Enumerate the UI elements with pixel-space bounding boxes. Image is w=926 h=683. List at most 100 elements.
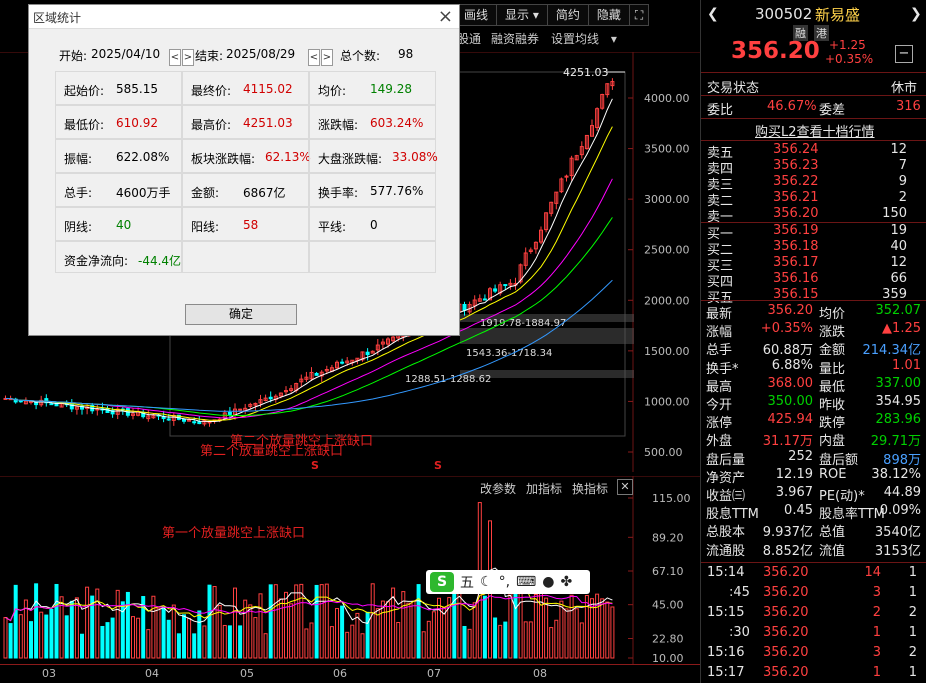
ask-row[interactable]: 卖四 356.23 7 — [701, 158, 926, 177]
volume-bar — [176, 633, 181, 659]
stat-value: 610.92 — [116, 116, 158, 130]
volume-bar — [523, 621, 528, 659]
display-button[interactable]: 显示 ▾ — [496, 4, 548, 26]
bid-row[interactable]: 买一 356.19 19 — [701, 223, 926, 242]
hide-button[interactable]: 隐藏 — [587, 4, 630, 26]
price-change-pct: +0.35% — [825, 52, 874, 66]
fullscreen-icon[interactable]: ⛶ — [628, 4, 650, 26]
end-prev-button[interactable]: < — [308, 49, 320, 66]
bid-volume: 40 — [890, 239, 907, 254]
switch-indicator-tab[interactable]: 换指标 — [572, 480, 608, 497]
add-indicator-tab[interactable]: 加指标 — [526, 480, 562, 497]
price-tick-label: 2500.00 — [644, 244, 690, 257]
stat-label: 最高价: — [191, 118, 232, 132]
end-next-button[interactable]: > — [321, 49, 333, 66]
quote-value: 0.09% — [879, 503, 921, 519]
ask-price: 356.24 — [773, 142, 819, 157]
start-prev-button[interactable]: < — [169, 49, 181, 66]
margin-trading-item[interactable]: 融资融券 — [489, 30, 547, 48]
volume-bar — [187, 617, 192, 659]
divider — [701, 300, 926, 301]
ma-settings-item[interactable]: 设置均线 ▾ — [547, 30, 625, 48]
bid-volume: 12 — [890, 255, 907, 270]
minus-icon[interactable]: − — [895, 45, 913, 63]
punct-icon[interactable]: °, — [499, 574, 510, 590]
bid-row[interactable]: 买三 356.17 12 — [701, 255, 926, 274]
bid-row[interactable]: 买二 356.18 40 — [701, 239, 926, 258]
keyboard-icon[interactable]: ⌨ — [516, 574, 536, 590]
volume-bar — [360, 633, 365, 659]
volume-bar — [528, 621, 533, 659]
volume-bar — [350, 624, 355, 659]
volume-bar — [544, 597, 549, 659]
volume-bar — [156, 607, 161, 659]
stat-value: 622.08% — [116, 150, 170, 164]
start-next-button[interactable]: > — [182, 49, 194, 66]
stat-cell-empty — [182, 241, 309, 273]
tick-volume: 3 — [872, 585, 881, 600]
chevron-down-icon: ▾ — [532, 8, 539, 22]
volume-bar — [253, 617, 258, 659]
close-icon[interactable]: ✕ — [617, 479, 633, 495]
edit-params-tab[interactable]: 改参数 — [480, 480, 516, 497]
volume-chart[interactable]: 115.00 89.20 67.10 45.00 22.80 10.00 — [0, 476, 700, 664]
volume-bar — [95, 588, 100, 659]
close-icon[interactable]: × — [438, 6, 453, 27]
bid-row[interactable]: 买五 356.15 359 — [701, 287, 926, 306]
quote-label: 股息率TTM — [819, 507, 885, 523]
end-label: 结束: — [195, 49, 224, 63]
volume-bar — [554, 619, 559, 659]
l2-purchase-link[interactable]: 购买L2查看十档行情 — [755, 121, 875, 140]
ask-row[interactable]: 卖二 356.21 2 — [701, 190, 926, 209]
simple-button[interactable]: 简约 — [546, 4, 589, 26]
quote-label: 流值 — [819, 543, 846, 559]
ime-logo-icon[interactable]: S — [430, 572, 454, 592]
ask-price: 356.21 — [773, 190, 819, 205]
ask-price: 356.20 — [773, 206, 819, 221]
forward-icon[interactable]: ❯ — [910, 6, 922, 22]
tick-count: 2 — [908, 645, 917, 660]
bid-row[interactable]: 买四 356.16 66 — [701, 271, 926, 290]
chart-subtoolbar: 股通 融资融券 设置均线 ▾ — [455, 30, 625, 48]
weibi-label: 委比 — [707, 103, 734, 118]
quote-label: 金额 — [819, 343, 846, 359]
volume-bar — [462, 625, 467, 659]
stat-label: 总手: — [64, 186, 93, 200]
quote-label: 收益㈢ — [706, 489, 746, 504]
volume-bar — [324, 583, 329, 659]
ask-row[interactable]: 卖五 356.24 12 — [701, 142, 926, 161]
grid-icon[interactable]: ✤ — [560, 574, 572, 590]
status-value: 休市 — [891, 81, 918, 96]
volume-bar — [284, 591, 288, 659]
dialog-titlebar[interactable]: 区域统计 × — [29, 5, 459, 29]
volume-bar — [131, 616, 135, 659]
tick-time: 15:16 — [707, 645, 745, 660]
quote-value: 354.95 — [875, 394, 922, 409]
volume-bar — [238, 625, 243, 659]
quote-label: 外盘 — [706, 434, 733, 450]
quote-label: ROE — [819, 466, 847, 482]
quote-value: 1.01 — [892, 357, 921, 373]
volume-tick-label: 67.10 — [652, 565, 684, 578]
ask-row[interactable]: 卖一 356.20 150 — [701, 206, 926, 225]
price-change: +1.25 — [829, 38, 866, 52]
stat-label: 起始价: — [64, 84, 105, 98]
draw-line-button[interactable]: 画线 — [455, 4, 498, 26]
quote-row: 收益㈢ 3.967 PE(动)* 44.89 — [701, 485, 926, 504]
tick-row: :30 356.20 1 1 — [701, 624, 926, 644]
quote-row: 最高 368.00 最低 337.00 — [701, 376, 926, 395]
ask-row[interactable]: 卖三 356.22 9 — [701, 174, 926, 193]
volume-bar — [171, 604, 176, 659]
tick-price: 356.20 — [763, 625, 809, 640]
stat-value: 58 — [243, 218, 259, 232]
quote-value: 425.94 — [767, 412, 814, 428]
stock-connect-item[interactable]: 股通 — [455, 30, 489, 48]
back-icon[interactable]: ❮ — [707, 6, 719, 22]
user-icon[interactable]: ● — [542, 574, 554, 590]
moon-icon[interactable]: ☾ — [480, 574, 493, 590]
ime-toolbar[interactable]: S 五 ☾ °, ⌨ ● ✤ — [426, 570, 590, 594]
ime-mode[interactable]: 五 — [460, 572, 474, 592]
quote-label: 量比 — [819, 361, 846, 377]
ok-button[interactable]: 确定 — [185, 304, 297, 325]
quote-value: 252 — [788, 448, 813, 464]
